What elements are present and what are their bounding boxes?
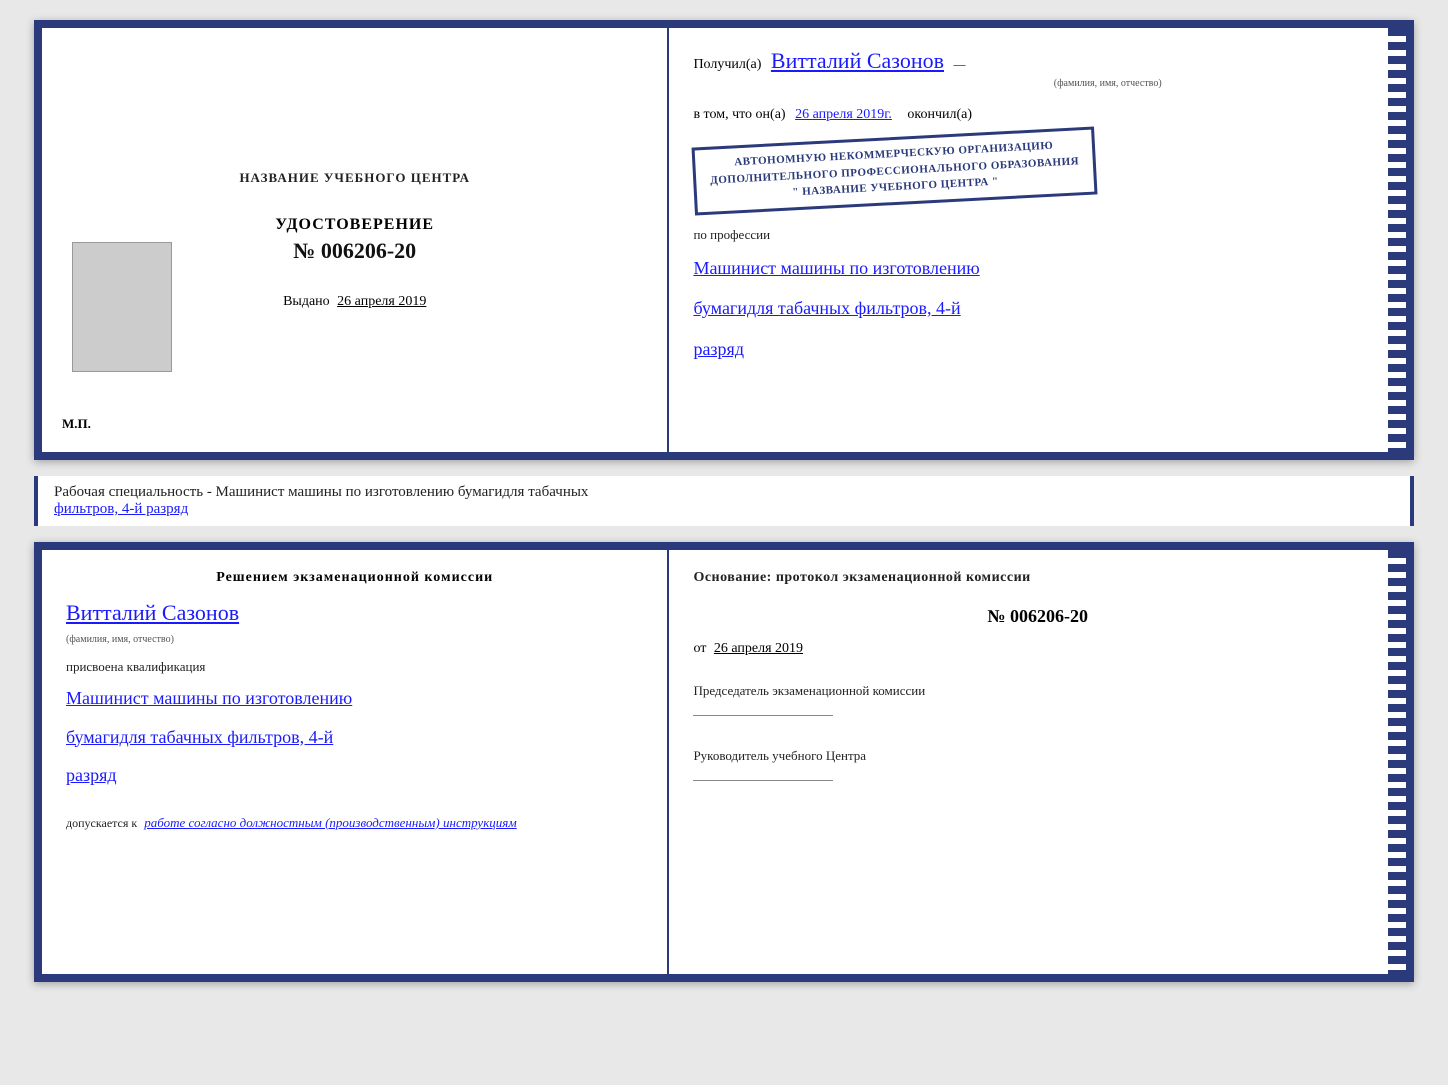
bottom-profession-line2: бумагидля табачных фильтров, 4-й [66,722,643,753]
in-that-line: в том, что он(а) 26 апреля 2019г. окончи… [693,107,1382,123]
info-strip-line1: Рабочая специальность - Машинист машины … [54,484,1394,501]
chairman-label: Председатель экзаменационной комиссии [693,683,1382,699]
allowed-label: допускается к работе согласно должностны… [66,815,643,831]
info-strip: Рабочая специальность - Машинист машины … [34,476,1414,526]
bottom-name-line: Витталий Сазонов [66,600,643,626]
bottom-recipient-name: Витталий Сазонов [66,600,239,625]
issued-line: Выдано 26 апреля 2019 [283,294,426,310]
mp-label: М.П. [62,416,91,432]
head-signature-line [693,780,833,781]
head-label: Руководитель учебного Центра [693,748,1382,764]
stamp-box: АВТОНОМНУЮ НЕКОММЕРЧЕСКУЮ ОРГАНИЗАЦИЮ ДО… [692,126,1098,215]
side-stripes-right-bottom [1388,550,1406,974]
protocol-date: 26 апреля 2019 [714,641,803,656]
name-subtitle: (фамилия, имя, отчество) [833,78,1382,89]
profession-line1: Машинист машины по изготовлению [693,253,1382,284]
cert-title: УДОСТОВЕРЕНИЕ [275,216,434,234]
issued-date: 26 апреля 2019 [337,294,426,309]
date-prefix: от [693,641,706,656]
in-that-prefix: в том, что он(а) [693,107,785,122]
basis-label: Основание: протокол экзаменационной коми… [693,570,1382,586]
protocol-number: № 006206-20 [693,606,1382,627]
cert-number: № 006206-20 [293,238,416,264]
cert-bottom-right: Основание: протокол экзаменационной коми… [669,550,1406,974]
allowed-text: работе согласно должностным (производств… [144,815,516,830]
assigned-label: присвоена квалификация [66,659,643,675]
info-strip-line2: фильтров, 4-й разряд [54,501,1394,518]
training-center-label: НАЗВАНИЕ УЧЕБНОГО ЦЕНТРА [239,170,470,186]
info-strip-label2: фильтров, 4-й разряд [54,501,188,517]
completion-date: 26 апреля 2019г. [795,107,892,122]
cert-bottom-left: Решением экзаменационной комиссии Виттал… [42,550,669,974]
cert-right-panel: Получил(а) Витталий Сазонов — (фамилия, … [669,28,1406,452]
info-strip-label: Рабочая специальность - Машинист машины … [54,484,588,500]
received-prefix: Получил(а) [693,57,761,72]
cert-left-panel: НАЗВАНИЕ УЧЕБНОГО ЦЕНТРА УДОСТОВЕРЕНИЕ №… [42,28,669,452]
finished-label: окончил(а) [907,107,972,122]
photo-placeholder [72,242,172,372]
received-line: Получил(а) Витталий Сазонов — [693,48,1382,74]
profession-line2: бумагидля табачных фильтров, 4-й [693,293,1382,324]
side-stripes-right [1388,28,1406,452]
profession-line3: разряд [693,334,1382,365]
bottom-name-subtitle: (фамилия, имя, отчество) [66,634,643,645]
issued-label: Выдано [283,294,330,309]
bottom-profession-line3: разряд [66,760,643,791]
recipient-name: Витталий Сазонов [771,48,944,73]
decision-title: Решением экзаменационной комиссии [66,570,643,586]
allowed-prefix: допускается к [66,816,137,830]
profession-prefix: по профессии [693,227,1382,243]
certificate-top: НАЗВАНИЕ УЧЕБНОГО ЦЕНТРА УДОСТОВЕРЕНИЕ №… [34,20,1414,460]
bottom-profession-line1: Машинист машины по изготовлению [66,683,643,714]
certificate-bottom: Решением экзаменационной комиссии Виттал… [34,542,1414,982]
chairman-signature-line [693,715,833,716]
protocol-date-line: от 26 апреля 2019 [693,641,1382,657]
